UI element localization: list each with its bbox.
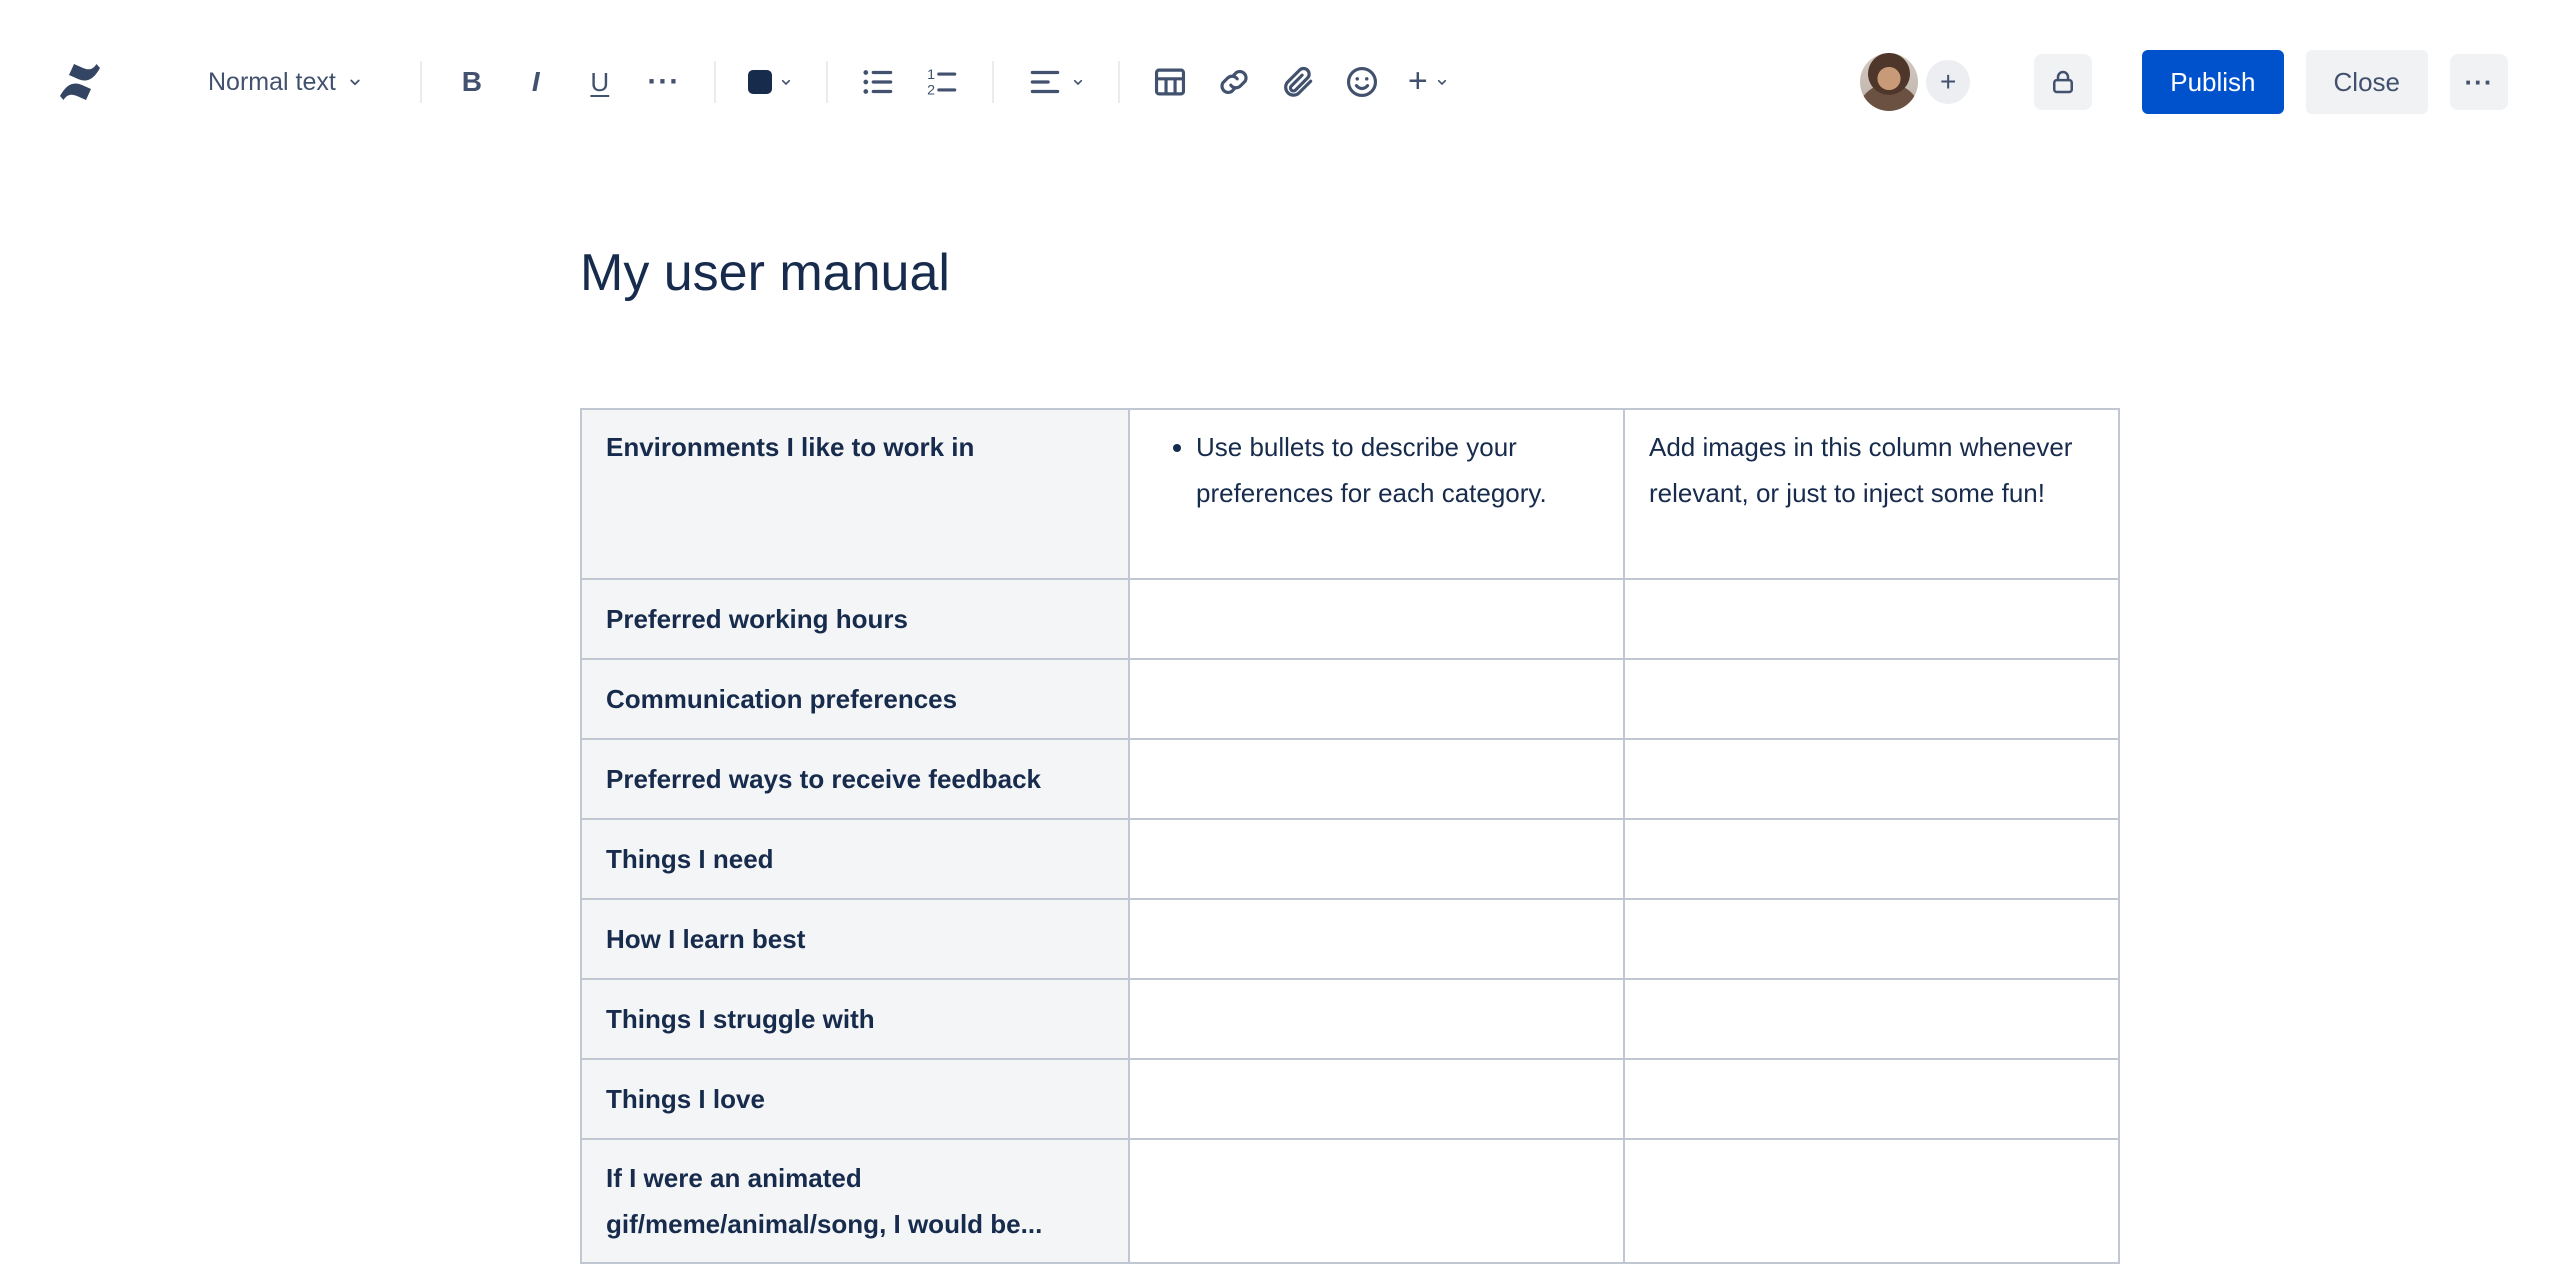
- table-row: How I learn best: [580, 898, 2120, 980]
- close-button[interactable]: Close: [2305, 50, 2428, 114]
- table-cell-empty[interactable]: [1128, 898, 1625, 980]
- table-row: Preferred ways to receive feedback: [580, 738, 2120, 820]
- table-cell-label[interactable]: Things I need: [580, 818, 1130, 900]
- attachment-button[interactable]: [1270, 54, 1326, 110]
- numbered-list-button[interactable]: 1 2: [914, 54, 970, 110]
- toolbar-divider: [1117, 61, 1120, 103]
- table-cell-label[interactable]: Preferred ways to receive feedback: [580, 738, 1130, 820]
- table-cell-empty[interactable]: [1128, 1138, 1625, 1264]
- confluence-logo[interactable]: [54, 56, 106, 108]
- table-cell-empty[interactable]: [1623, 658, 2120, 740]
- bullet-list: Use bullets to describe your preferences…: [1154, 424, 1599, 516]
- table-cell-empty[interactable]: [1128, 978, 1625, 1060]
- table-cell-label[interactable]: Communication preferences: [580, 658, 1130, 740]
- table-cell[interactable]: Add images in this column whenever relev…: [1623, 408, 2120, 580]
- alignment-button[interactable]: [1016, 54, 1096, 110]
- bullet-list-icon: [863, 70, 893, 94]
- table-row: Things I struggle with: [580, 978, 2120, 1060]
- table-insert-button[interactable]: [1142, 54, 1198, 110]
- editor-toolbar: Normal text B I U ··· 1 2 + + Publish Cl…: [0, 0, 2552, 164]
- table-cell-empty[interactable]: [1623, 1058, 2120, 1140]
- align-left-icon: [1030, 70, 1060, 94]
- emoji-button[interactable]: [1334, 54, 1390, 110]
- table-row: Preferred working hours: [580, 578, 2120, 660]
- chevron-down-icon: [1070, 74, 1086, 90]
- link-icon: [1220, 69, 1248, 95]
- table-cell-empty[interactable]: [1623, 818, 2120, 900]
- list-group: 1 2: [850, 54, 970, 110]
- chevron-down-icon: [778, 74, 794, 90]
- table-cell-label[interactable]: Things I love: [580, 1058, 1130, 1140]
- svg-text:1: 1: [927, 67, 935, 83]
- table-row: If I were an animated gif/meme/animal/so…: [580, 1138, 2120, 1264]
- plus-icon: +: [1940, 66, 1957, 97]
- table-cell-empty[interactable]: [1623, 1138, 2120, 1264]
- text-style-label: Normal text: [208, 67, 336, 96]
- lock-icon: [2053, 70, 2074, 94]
- bullet-list-button[interactable]: [850, 54, 906, 110]
- user-avatar[interactable]: [1860, 53, 1919, 111]
- italic-button[interactable]: I: [508, 54, 564, 110]
- table-cell-label[interactable]: How I learn best: [580, 898, 1130, 980]
- table-cell-empty[interactable]: [1128, 1058, 1625, 1140]
- table-cell-empty[interactable]: [1623, 978, 2120, 1060]
- color-swatch-icon: [747, 70, 772, 94]
- emoji-icon: [1346, 66, 1377, 98]
- chevron-down-icon: [1434, 74, 1450, 90]
- text-style-dropdown[interactable]: Normal text: [198, 58, 374, 107]
- insert-more-button[interactable]: +: [1398, 54, 1460, 110]
- user-manual-table: Environments I like to work in Use bulle…: [580, 408, 2120, 1264]
- table-cell-empty[interactable]: [1623, 898, 2120, 980]
- restrictions-button[interactable]: [2034, 54, 2093, 110]
- paperclip-icon: [1283, 66, 1313, 97]
- chevron-down-icon: [346, 73, 364, 91]
- editor-content: My user manual Environments I like to wo…: [0, 242, 2552, 1264]
- table-cell-empty[interactable]: [1623, 578, 2120, 660]
- toolbar-divider: [825, 61, 828, 103]
- table-cell-empty[interactable]: [1128, 578, 1625, 660]
- table-cell-label[interactable]: If I were an animated gif/meme/animal/so…: [580, 1138, 1130, 1264]
- bullet-item: Use bullets to describe your preferences…: [1196, 424, 1599, 516]
- underline-button[interactable]: U: [572, 54, 628, 110]
- table-row: Things I love: [580, 1058, 2120, 1140]
- toolbar-divider: [991, 61, 994, 103]
- toolbar-right-actions: + Publish Close ···: [1860, 50, 2508, 114]
- page-title[interactable]: My user manual: [580, 242, 2552, 304]
- table-cell-empty[interactable]: [1623, 738, 2120, 820]
- table-cell-empty[interactable]: [1128, 818, 1625, 900]
- table-cell-label[interactable]: Preferred working hours: [580, 578, 1130, 660]
- table-cell[interactable]: Use bullets to describe your preferences…: [1128, 408, 1625, 580]
- formatting-group: B I U ···: [444, 54, 692, 110]
- svg-text:2: 2: [927, 83, 935, 99]
- table-cell-empty[interactable]: [1128, 738, 1625, 820]
- table-icon: [1154, 68, 1185, 96]
- more-actions-button[interactable]: ···: [2450, 54, 2508, 110]
- toolbar-divider: [713, 61, 716, 103]
- table-cell-empty[interactable]: [1128, 658, 1625, 740]
- plus-icon: +: [1407, 61, 1428, 100]
- insert-group: +: [1142, 54, 1460, 110]
- link-button[interactable]: [1206, 54, 1262, 110]
- table-row: Communication preferences: [580, 658, 2120, 740]
- table-row: Environments I like to work in Use bulle…: [580, 408, 2120, 580]
- table-cell-label[interactable]: Things I struggle with: [580, 978, 1130, 1060]
- text-color-button[interactable]: [738, 54, 804, 110]
- publish-button[interactable]: Publish: [2142, 50, 2284, 114]
- more-formatting-button[interactable]: ···: [636, 54, 692, 110]
- table-row: Things I need: [580, 818, 2120, 900]
- add-collaborator-button[interactable]: +: [1926, 60, 1971, 104]
- toolbar-divider: [419, 61, 422, 103]
- bold-button[interactable]: B: [444, 54, 500, 110]
- numbered-list-icon: 1 2: [927, 67, 957, 99]
- confluence-logo-icon: [60, 64, 100, 100]
- table-cell-label[interactable]: Environments I like to work in: [580, 408, 1130, 580]
